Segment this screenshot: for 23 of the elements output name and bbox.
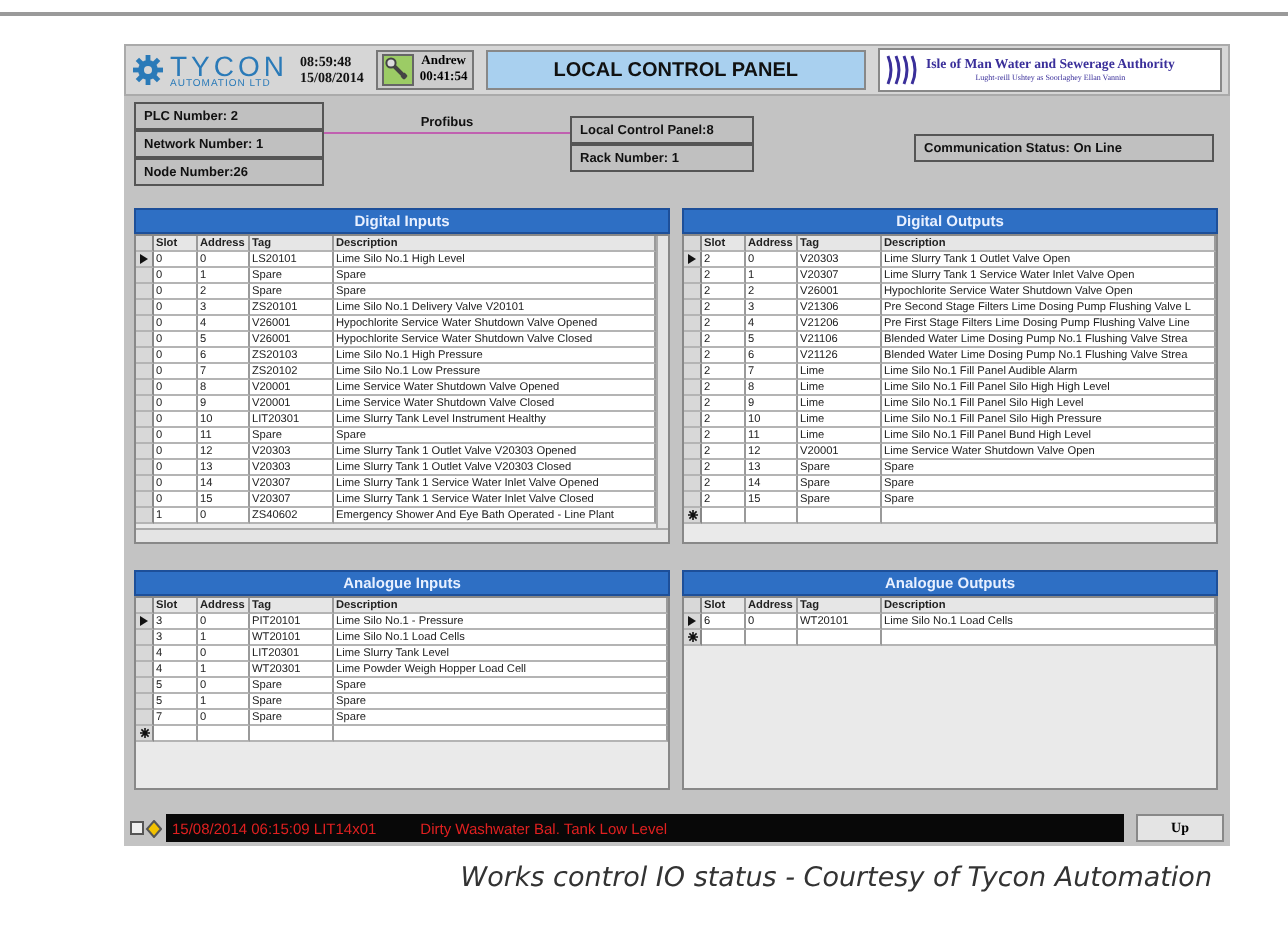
row-selector[interactable] [136, 252, 154, 268]
new-row-icon [687, 510, 697, 520]
gear-icon [132, 54, 164, 86]
vertical-scrollbar[interactable] [656, 236, 668, 528]
current-row-icon [688, 616, 696, 626]
current-row-icon [140, 616, 148, 626]
screen-title: LOCAL CONTROL PANEL [485, 50, 866, 90]
horizontal-scrollbar[interactable] [136, 528, 668, 542]
row-selector[interactable] [684, 614, 702, 630]
current-row-icon [688, 254, 696, 264]
alarm-icon [130, 819, 162, 837]
row-selector[interactable] [684, 508, 702, 524]
row-selector[interactable] [136, 726, 154, 742]
row-selector[interactable] [136, 614, 154, 630]
new-row-icon [687, 632, 697, 642]
wave-logo-icon [884, 52, 920, 88]
current-row-icon [140, 254, 148, 264]
row-selector[interactable] [684, 630, 702, 646]
row-selector[interactable] [684, 252, 702, 268]
company-logo-text: TYCON [170, 51, 288, 79]
caption: Works control IO status - Courtesy of Tycon Automation [460, 862, 1212, 894]
key-icon [381, 54, 414, 86]
new-row-icon [139, 728, 149, 738]
